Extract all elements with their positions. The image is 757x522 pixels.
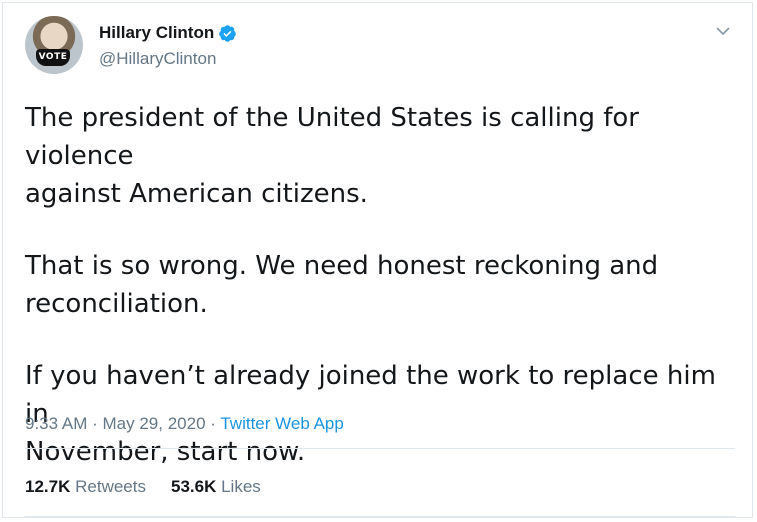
tweet-text: The president of the United States is ca… [25, 99, 745, 505]
avatar[interactable]: VOTE [25, 16, 83, 74]
retweets-count: 12.7K [25, 477, 71, 496]
divider [25, 448, 735, 449]
tweet-time[interactable]: 9:33 AM [25, 414, 87, 433]
author-name-row: Hillary Clinton [99, 23, 237, 43]
tweet-source-link[interactable]: Twitter Web App [220, 414, 343, 433]
author-handle[interactable]: @HillaryClinton [99, 49, 216, 69]
tweet-paragraph: That is so wrong. We need honest reckoni… [25, 251, 659, 319]
divider [25, 516, 735, 517]
meta-separator: · [92, 414, 98, 433]
tweet-card: VOTE Hillary Clinton @HillaryClinton The… [2, 2, 753, 518]
author-display-name[interactable]: Hillary Clinton [99, 23, 214, 43]
likes-stat[interactable]: 53.6K Likes [171, 477, 261, 497]
tweet-stats: 12.7K Retweets 53.6K Likes [25, 477, 261, 497]
retweets-label: Retweets [75, 477, 146, 496]
likes-count: 53.6K [170, 477, 217, 496]
tweet-date[interactable]: May 29, 2020 [103, 414, 206, 433]
avatar-mask-text: VOTE [36, 49, 70, 66]
chevron-down-icon[interactable] [715, 25, 731, 37]
retweets-stat[interactable]: 12.7K Retweets [25, 477, 146, 497]
tweet-meta: 9:33 AM · May 29, 2020 · Twitter Web App [25, 414, 344, 434]
likes-label: Likes [221, 477, 261, 496]
meta-separator: · [210, 414, 216, 433]
verified-badge-icon [219, 24, 237, 42]
tweet-paragraph: The president of the United States is ca… [25, 103, 639, 209]
